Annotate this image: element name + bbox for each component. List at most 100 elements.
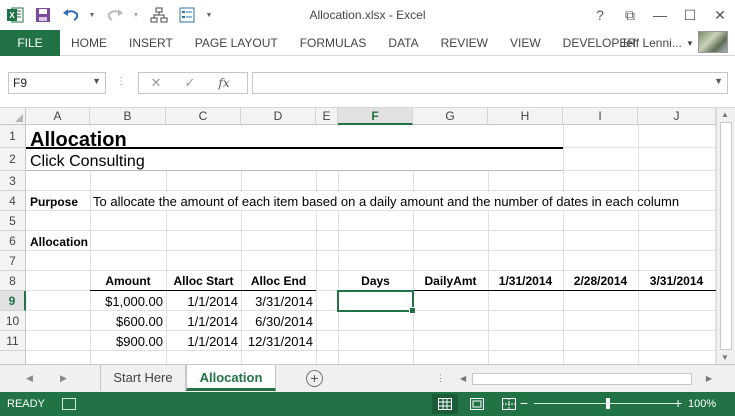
sheet-tab-allocation[interactable]: Allocation [186,365,276,391]
tab-data[interactable]: DATA [377,30,429,56]
name-box[interactable]: F9 ▼ [8,72,106,94]
tab-file[interactable]: FILE [0,30,60,56]
cell-d11[interactable]: 12/31/2014 [241,334,313,349]
horizontal-scrollbar[interactable]: ◀ ▶ [458,372,714,386]
column-header-f[interactable]: F [338,108,413,125]
cell-b9[interactable]: $1,000.00 [90,294,163,309]
row-header-8[interactable]: 8 [0,271,26,291]
cell-g8[interactable]: DailyAmt [413,274,488,288]
tab-home[interactable]: HOME [60,30,118,56]
selected-cell-f9[interactable] [337,290,416,314]
gridline [26,330,716,331]
cell-i8[interactable]: 2/28/2014 [563,274,638,288]
row-header-4[interactable]: 4 [0,191,26,211]
column-header-a[interactable]: A [26,108,90,125]
macro-record-icon[interactable] [62,398,76,410]
cell-c10[interactable]: 1/1/2014 [166,314,238,329]
cell-b8[interactable]: Amount [90,274,166,288]
expand-formula-bar-icon[interactable]: ▼ [714,76,723,86]
cell-b11[interactable]: $900.00 [90,334,163,349]
status-ready: READY [7,398,45,410]
status-bar: READY − + 100% [0,392,735,416]
worksheet-grid[interactable]: A B C D E F G H I J 1 2 3 4 5 6 7 8 9 10… [0,108,735,364]
cell-b4[interactable]: To allocate the amount of each item base… [93,194,679,209]
cell-f8[interactable]: Days [338,274,413,288]
cell-a4[interactable]: Purpose [30,195,78,209]
zoom-slider[interactable] [534,403,676,404]
column-header-h[interactable]: H [488,108,563,125]
column-header-c[interactable]: C [166,108,241,125]
row-header-7[interactable]: 7 [0,251,26,271]
add-sheet-icon[interactable]: + [306,370,323,387]
cell-a6[interactable]: Allocation [30,235,88,249]
cell-c11[interactable]: 1/1/2014 [166,334,238,349]
zoom-in-icon[interactable]: + [674,395,682,411]
sheet-tab-start-here[interactable]: Start Here [100,365,186,391]
row-header-2[interactable]: 2 [0,148,26,171]
cell-d9[interactable]: 3/31/2014 [241,294,313,309]
enter-icon[interactable]: ✓ [173,75,207,91]
view-buttons [432,394,528,414]
close-icon[interactable]: ✕ [705,0,735,30]
cell-b10[interactable]: $600.00 [90,314,163,329]
row-header-5[interactable]: 5 [0,211,26,231]
ribbon-display-options-icon[interactable]: ⧉ [615,0,645,30]
scroll-down-icon[interactable]: ▼ [721,353,729,362]
formula-input[interactable]: ▼ [252,72,728,94]
column-header-d[interactable]: D [241,108,316,125]
tab-splitter-icon[interactable]: ⋮ [436,373,445,384]
gridline [26,190,716,191]
tab-formulas[interactable]: FORMULAS [289,30,378,56]
previous-sheet-icon[interactable]: ◀ [26,373,33,384]
row-header-1[interactable]: 1 [0,125,26,148]
vertical-scrollbar[interactable]: ▲ ▼ [716,108,735,364]
user-dropdown-icon[interactable]: ▼ [686,39,694,48]
tab-page-layout[interactable]: PAGE LAYOUT [184,30,289,56]
insert-function-icon[interactable]: fx [207,76,241,90]
vertical-scroll-thumb[interactable] [720,122,732,350]
tab-review[interactable]: REVIEW [430,30,499,56]
column-header-e[interactable]: E [316,108,338,125]
minimize-icon[interactable]: — [645,0,675,30]
cancel-icon[interactable]: ✕ [139,75,173,91]
tab-insert[interactable]: INSERT [118,30,184,56]
normal-view-icon[interactable] [432,394,458,414]
row-header-10[interactable]: 10 [0,311,26,331]
row-header-3[interactable]: 3 [0,171,26,191]
scroll-left-icon[interactable]: ◀ [460,374,466,383]
row-header-11[interactable]: 11 [0,331,26,351]
scroll-right-icon[interactable]: ▶ [706,374,712,383]
column-header-g[interactable]: G [413,108,488,125]
zoom-slider-thumb[interactable] [606,398,610,409]
user-name[interactable]: Jeff Lenni... [620,30,682,56]
page-layout-view-icon[interactable] [464,394,490,414]
column-header-j[interactable]: J [638,108,716,125]
zoom-level[interactable]: 100% [688,398,716,410]
page-break-preview-icon[interactable] [496,394,522,414]
formula-bar-splitter-icon[interactable]: ⋮ [116,76,126,87]
cell-a2[interactable]: Click Consulting [30,153,145,171]
cell-h8[interactable]: 1/31/2014 [488,274,563,288]
next-sheet-icon[interactable]: ▶ [60,373,67,384]
column-header-i[interactable]: I [563,108,638,125]
cell-c9[interactable]: 1/1/2014 [166,294,238,309]
row-header-6[interactable]: 6 [0,231,26,251]
cell-j8[interactable]: 3/31/2014 [638,274,715,288]
avatar[interactable] [698,31,728,53]
name-box-dropdown-icon[interactable]: ▼ [92,76,101,86]
zoom-out-icon[interactable]: − [520,395,528,411]
select-all-button[interactable] [0,108,26,125]
cell-a1[interactable]: Allocation [30,129,127,152]
tab-view[interactable]: VIEW [499,30,552,56]
cell-d8[interactable]: Alloc End [241,274,316,288]
row-header-12[interactable] [0,351,26,364]
horizontal-scroll-thumb[interactable] [472,373,692,385]
column-header-b[interactable]: B [90,108,166,125]
cell-c8[interactable]: Alloc Start [166,274,241,288]
help-icon[interactable]: ? [585,0,615,30]
row-header-9[interactable]: 9 [0,291,26,311]
cell-d10[interactable]: 6/30/2014 [241,314,313,329]
maximize-icon[interactable]: ☐ [675,0,705,30]
scroll-up-icon[interactable]: ▲ [721,110,729,119]
formula-buttons: ✕ ✓ fx [138,72,248,94]
